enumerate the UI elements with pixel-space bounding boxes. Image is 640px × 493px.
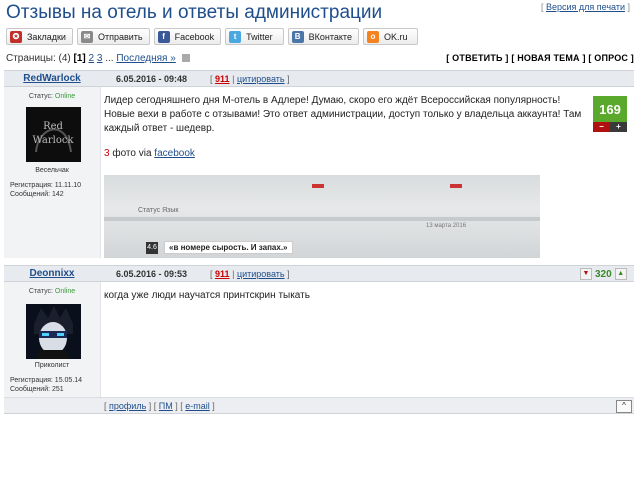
share-twitter-button[interactable]: t Twitter bbox=[225, 28, 284, 45]
post-rating: ▼ 320 ▲ bbox=[580, 268, 627, 280]
post-header: RedWarlock 6.05.2016 - 09:48 [ 911 | цит… bbox=[4, 70, 634, 87]
post-photo[interactable]: Статус Язык 13 марта 2016 4.6 «в номере … bbox=[104, 175, 540, 258]
post-meta-close: ] bbox=[287, 269, 290, 279]
rating-value: 320 bbox=[595, 268, 612, 280]
photo-flag-right bbox=[450, 184, 462, 188]
photo-date: 13 марта 2016 bbox=[426, 223, 467, 229]
pagination-page-3[interactable]: 3 bbox=[97, 53, 103, 64]
status-online: Online bbox=[54, 93, 76, 100]
share-bar: ✪ Закладки ✉ Отправить f Facebook t Twitter … bbox=[6, 28, 419, 45]
facebook-icon: f bbox=[157, 30, 170, 43]
author-rank: Приколист bbox=[34, 362, 70, 369]
post-meta: [ 911 | цитировать ] bbox=[210, 269, 290, 279]
bookmark-icon: ✪ bbox=[10, 30, 22, 43]
share-twitter-label: Twitter bbox=[246, 31, 273, 42]
profile-link[interactable]: профиль bbox=[109, 401, 146, 411]
post-header: Deonnixx 6.05.2016 - 09:53 [ 911 | цитир… bbox=[4, 265, 634, 282]
post-body: Лидер сегодняшнего дня М-отель в Адлере!… bbox=[104, 95, 582, 134]
share-bookmarks-button[interactable]: ✪ Закладки bbox=[6, 28, 73, 45]
author-status: Статус: Online bbox=[4, 288, 100, 295]
svg-text:Red: Red bbox=[43, 121, 63, 132]
post-meta-open: [ bbox=[210, 74, 213, 84]
email-link[interactable]: e-mail bbox=[185, 401, 210, 411]
share-send-label: Отправить bbox=[97, 31, 143, 42]
post-body: когда уже люди научатся принтскрин тыкат… bbox=[104, 290, 310, 301]
post-footer bbox=[4, 397, 634, 414]
share-vkontakte-label: ВКонтакте bbox=[308, 31, 352, 42]
author-sidebar: Статус: Online Red Warlock Весельчак Рег… bbox=[4, 87, 101, 258]
pm-link[interactable]: ПМ bbox=[159, 401, 173, 411]
photo-column-text: Статус Язык bbox=[138, 207, 179, 214]
svg-text:Warlock: Warlock bbox=[32, 135, 74, 146]
post-meta-close: ] bbox=[287, 74, 290, 84]
post-date: 6.05.2016 - 09:53 bbox=[116, 269, 188, 279]
photo-score: 4.6 bbox=[146, 242, 158, 254]
post-date: 6.05.2016 - 09:48 bbox=[116, 74, 188, 84]
post-rating: 169 − + bbox=[593, 96, 627, 132]
ok-icon: o bbox=[366, 30, 379, 43]
post-number-link[interactable]: 911 bbox=[215, 74, 230, 84]
status-label: Статус: bbox=[28, 288, 53, 295]
photo-divider bbox=[104, 217, 540, 221]
share-bookmarks-label: Закладки bbox=[27, 31, 66, 42]
share-ok-label: OK.ru bbox=[383, 31, 408, 42]
post-meta: [ 911 | цитировать ] bbox=[210, 74, 290, 84]
status-label: Статус: bbox=[28, 93, 53, 100]
avatar: Red Warlock bbox=[26, 107, 81, 162]
pagination-last[interactable]: Последняя » bbox=[116, 53, 175, 64]
author-status: Статус: Online bbox=[4, 93, 100, 100]
rating-plus-button[interactable]: + bbox=[610, 122, 627, 132]
author-registration: Регистрация: 11.11.10 Сообщений: 142 bbox=[10, 182, 82, 198]
pagination-prefix: Страницы: bbox=[6, 53, 56, 64]
photo-quote: «в номере сырость. И запах.» bbox=[164, 241, 293, 254]
pagination-page-2[interactable]: 2 bbox=[89, 53, 95, 64]
author-rank: Весельчак bbox=[35, 167, 69, 174]
share-vkontakte-button[interactable]: B ВКонтакте bbox=[287, 28, 359, 45]
post-meta-open: [ bbox=[210, 269, 213, 279]
reply-button[interactable]: [ ОТВЕТИТЬ ] bbox=[446, 53, 508, 63]
share-send-button[interactable]: ✉ Отправить bbox=[76, 28, 150, 45]
post-meta-sep: | bbox=[232, 269, 235, 279]
poll-button[interactable]: [ ОПРОС ] bbox=[588, 53, 634, 63]
post-number-link[interactable]: 911 bbox=[215, 269, 230, 279]
share-facebook-label: Facebook bbox=[174, 31, 215, 42]
avatar bbox=[26, 304, 81, 359]
post-meta-sep: | bbox=[232, 74, 235, 84]
share-facebook-button[interactable]: f Facebook bbox=[153, 28, 222, 45]
twitter-icon: t bbox=[229, 30, 242, 43]
mail-icon: ✉ bbox=[80, 30, 93, 43]
post-author[interactable]: Deonnixx bbox=[6, 268, 98, 279]
print-version-link[interactable]: Версия для печати bbox=[546, 2, 625, 12]
quote-link[interactable]: цитировать bbox=[237, 269, 285, 279]
share-ok-button[interactable]: o OK.ru bbox=[362, 28, 419, 45]
photo-flag-left bbox=[312, 184, 324, 188]
quote-link[interactable]: цитировать bbox=[237, 74, 285, 84]
topic-actions: [ ОТВЕТИТЬ ] [ НОВАЯ ТЕМА ] [ ОПРОС ] bbox=[446, 53, 634, 63]
post-footer-links: [ профиль ] [ ПМ ] [ e-mail ] bbox=[104, 401, 215, 411]
vkontakte-icon: B bbox=[291, 30, 304, 43]
status-online: Online bbox=[54, 288, 76, 295]
facebook-link[interactable]: facebook bbox=[154, 148, 195, 159]
page-title: Отзывы на отель и ответы администрации bbox=[6, 2, 383, 23]
rating-minus-button[interactable]: − bbox=[593, 122, 610, 132]
pagination-jump-icon[interactable] bbox=[181, 54, 190, 63]
post-photos: 3 фото via facebook bbox=[104, 148, 195, 159]
thumbs-up-icon[interactable]: ▲ bbox=[614, 268, 627, 280]
print-version-link-wrap: [ Версия для печати ] bbox=[540, 2, 630, 12]
photos-count: 3 bbox=[104, 148, 110, 159]
pagination-ellipsis: ... bbox=[105, 53, 114, 64]
rating-value: 169 bbox=[593, 96, 627, 122]
post-author[interactable]: RedWarlock bbox=[6, 73, 98, 84]
photos-text: фото via bbox=[112, 148, 152, 159]
new-topic-button[interactable]: [ НОВАЯ ТЕМА ] bbox=[511, 53, 585, 63]
pagination-count: (4) bbox=[58, 53, 71, 64]
thumbs-down-icon[interactable]: ▼ bbox=[580, 268, 592, 280]
author-registration: Регистрация: 15.05.14 Сообщений: 251 bbox=[10, 377, 83, 393]
scroll-top-button[interactable]: ^ bbox=[616, 400, 632, 413]
pagination-current: [1] bbox=[73, 53, 86, 64]
author-sidebar: Статус: Online Приколист Регистрация: 15… bbox=[4, 282, 101, 397]
pagination: Страницы: (4) [1] 2 3 ... Последняя » bbox=[6, 53, 190, 64]
